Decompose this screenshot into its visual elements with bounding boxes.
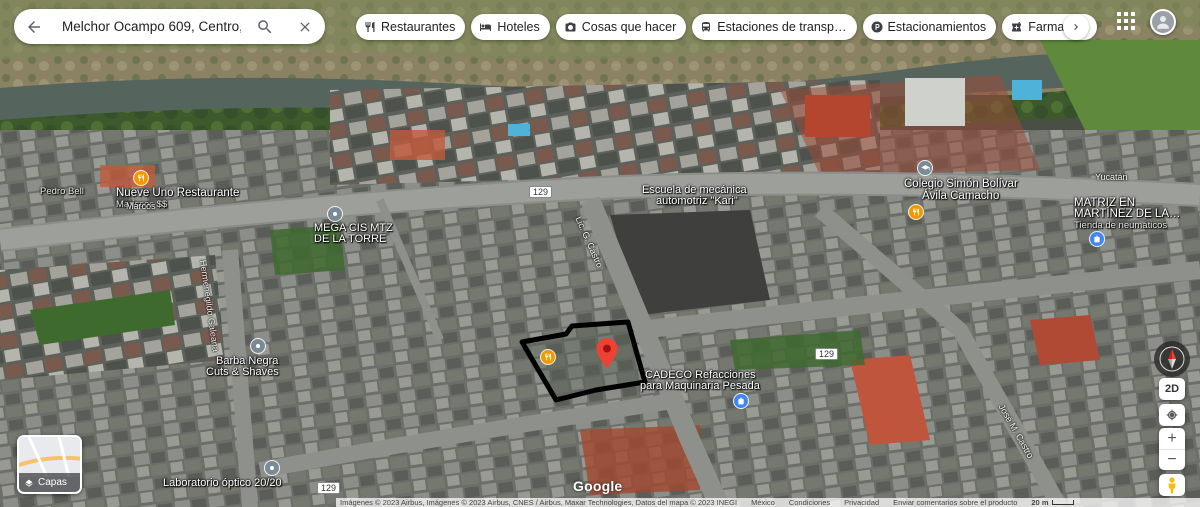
country-link[interactable]: México <box>751 498 775 507</box>
chip-things-to-do[interactable]: Cosas que hacer <box>555 14 687 40</box>
chevron-right-icon <box>1074 24 1078 30</box>
arrow-left-icon[interactable] <box>14 9 54 44</box>
account-avatar[interactable] <box>1150 9 1176 35</box>
place-label-nueve-uno[interactable]: Nueve Uno Restaurante <box>116 187 239 199</box>
place-label-escuela-2[interactable]: automotriz "Kari" <box>656 196 738 207</box>
camera-icon <box>565 22 576 32</box>
scale-bar[interactable]: 20 m <box>1031 498 1074 507</box>
restaurant-icon <box>365 22 375 32</box>
category-chips: Restaurantes Hoteles Cosas que hacer Est… <box>356 14 1097 40</box>
my-location-icon <box>1166 409 1178 421</box>
place-sublabel-matriz: Tienda de neumáticos <box>1074 220 1168 231</box>
road-number-badge: 129 <box>529 186 553 198</box>
chip-transit-stations[interactable]: Estaciones de transp… <box>692 14 857 40</box>
apps-grid-icon[interactable] <box>1117 12 1135 30</box>
map-thumbnail <box>19 437 80 478</box>
school-poi-icon[interactable] <box>918 161 932 175</box>
chip-label: Restaurantes <box>381 20 456 34</box>
search-icon[interactable] <box>245 9 285 44</box>
shopping-poi-icon[interactable] <box>1090 232 1104 246</box>
feedback-link[interactable]: Enviar comentarios sobre el producto <box>893 498 1017 507</box>
privacy-link[interactable]: Privacidad <box>844 498 879 507</box>
parking-icon <box>871 21 883 33</box>
zoom-in-button[interactable]: + <box>1159 428 1185 449</box>
google-logo: Google <box>573 478 623 494</box>
compass-button[interactable] <box>1154 341 1190 377</box>
street-view-pegman[interactable] <box>1159 474 1185 496</box>
search-input[interactable] <box>54 9 245 44</box>
road-number-badge: 129 <box>317 482 341 494</box>
close-icon[interactable] <box>285 9 325 44</box>
building-poi-icon[interactable] <box>328 207 342 221</box>
restaurant-poi-icon[interactable] <box>134 171 148 185</box>
layers-icon <box>25 479 33 487</box>
my-location-button[interactable] <box>1159 404 1185 426</box>
view-2d-button[interactable]: 2D <box>1159 378 1185 400</box>
chip-parking[interactable]: Estacionamientos <box>862 14 997 40</box>
place-label-colegio-2[interactable]: Ávila Camacho <box>922 190 999 202</box>
zoom-control: + − <box>1159 428 1185 470</box>
street-label-yucatan: Yucatán <box>1095 172 1128 182</box>
attribution-bar: Imágenes © 2023 Airbus, Imágenes © 2023 … <box>336 498 1200 507</box>
chip-label: Estacionamientos <box>887 20 987 34</box>
terms-link[interactable]: Condiciones <box>789 498 830 507</box>
layers-button[interactable]: Capas <box>17 435 82 494</box>
search-box[interactable] <box>14 9 325 44</box>
place-label-colegio-1[interactable]: Colegio Simón Bolívar <box>904 178 1018 190</box>
layers-label: Capas <box>38 477 67 488</box>
pharmacy-icon <box>1012 22 1022 32</box>
hotel-icon <box>480 23 492 31</box>
chip-restaurants[interactable]: Restaurantes <box>356 14 466 40</box>
chip-hotels[interactable]: Hoteles <box>471 14 550 40</box>
chips-scroll-right-button[interactable] <box>1063 14 1089 40</box>
user-icon <box>1157 16 1169 29</box>
restaurant-poi-icon[interactable] <box>909 205 923 219</box>
scale-label: 20 m <box>1031 498 1049 507</box>
road-number-badge: 129 <box>815 348 839 360</box>
place-label-cadeco-2[interactable]: para Maquinaria Pesada <box>640 381 760 392</box>
place-label-matriz-2[interactable]: MARTÍNEZ DE LA… <box>1074 208 1181 220</box>
pegman-icon <box>1168 476 1176 493</box>
bus-icon <box>702 22 711 32</box>
restaurant-poi-icon[interactable] <box>541 350 555 364</box>
chip-label: Cosas que hacer <box>581 20 677 34</box>
optician-poi-icon[interactable] <box>265 461 279 475</box>
imagery-attribution: Imágenes © 2023 Airbus, Imágenes © 2023 … <box>340 498 738 507</box>
zoom-out-button[interactable]: − <box>1159 449 1185 470</box>
location-pin-icon[interactable] <box>596 338 618 368</box>
shopping-poi-icon[interactable] <box>734 394 748 408</box>
place-label-laboratorio[interactable]: Laboratorio óptico 20/20 <box>163 478 282 489</box>
chip-label: Estaciones de transp… <box>717 20 847 34</box>
compass-icon <box>1159 346 1185 372</box>
place-label-pedro-bell[interactable]: Pedro Bell <box>40 187 84 197</box>
place-label-barba-2[interactable]: Cuts & Shaves <box>206 367 279 378</box>
chip-label: Hoteles <box>497 20 540 34</box>
place-label-mega-cis-2[interactable]: DE LA TORRE <box>314 234 386 245</box>
barber-poi-icon[interactable] <box>251 339 265 353</box>
street-label-marcos: Marcos <box>126 201 156 211</box>
